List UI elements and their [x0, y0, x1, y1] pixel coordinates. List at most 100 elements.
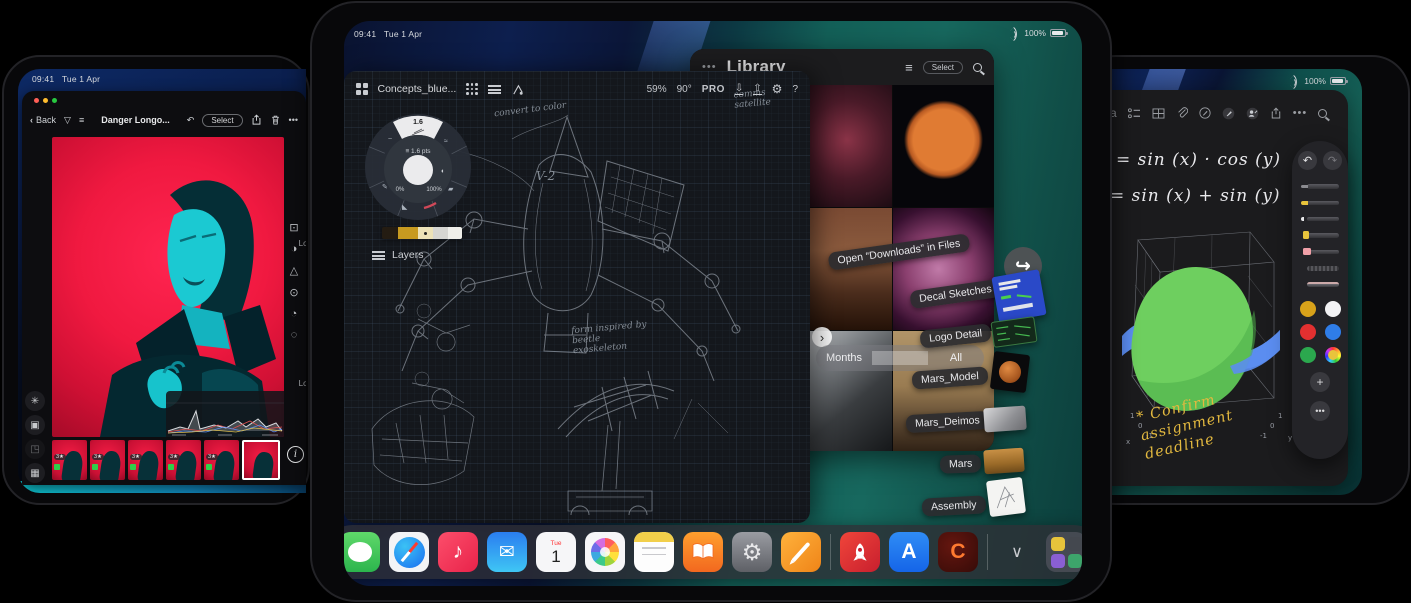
highlighter-tool[interactable]	[1301, 230, 1339, 240]
batch-edit-button[interactable]: ◳	[25, 439, 45, 459]
more-icon[interactable]: •••	[1293, 107, 1308, 119]
messages-app-icon[interactable]	[344, 532, 380, 572]
filmstrip-thumbnail-selected[interactable]	[242, 440, 280, 480]
mars-landscape-thumbnail[interactable]	[983, 448, 1025, 475]
checklist-icon[interactable]	[1128, 108, 1141, 119]
eraser-tool[interactable]	[1301, 247, 1339, 257]
swatch-cream[interactable]	[418, 227, 433, 239]
search-icon[interactable]	[1318, 109, 1327, 118]
logo-sticker-thumbnail[interactable]	[990, 316, 1037, 348]
app-store-icon[interactable]: A	[889, 532, 929, 572]
more-icon[interactable]: •••	[289, 115, 298, 125]
add-tool-button[interactable]: +	[1310, 372, 1330, 392]
settings-app-icon[interactable]: ⚙	[732, 532, 772, 572]
writing-app-icon[interactable]	[781, 532, 821, 572]
blue-swatch[interactable]	[1325, 324, 1341, 340]
share-icon[interactable]	[1270, 107, 1282, 120]
auto-enhance-button[interactable]: ✳	[25, 391, 45, 411]
layers-panel-icon[interactable]	[488, 85, 501, 94]
pro-badge[interactable]: PRO	[702, 84, 725, 95]
window-controls[interactable]	[34, 98, 57, 103]
undo-button[interactable]: ↶	[1298, 151, 1317, 170]
pen-tool-icon[interactable]	[1222, 107, 1235, 120]
drag-label-mars[interactable]: Mars	[940, 454, 982, 473]
settings-gear-icon[interactable]: ⚙	[772, 82, 783, 96]
rocket-app-icon[interactable]	[840, 532, 880, 572]
table-icon[interactable]	[1152, 108, 1165, 119]
segment-all[interactable]: All	[928, 352, 984, 364]
recent-colors-bar[interactable]	[382, 227, 462, 239]
repair-tool-icon[interactable]: ◌	[291, 329, 298, 341]
zoom-level[interactable]: 59%	[647, 84, 667, 95]
scroll-chevron-button[interactable]: ›	[812, 327, 832, 347]
precision-grid-icon[interactable]	[466, 83, 478, 95]
layers-button[interactable]: Layers	[372, 249, 424, 261]
view-options-icon[interactable]: ≡	[905, 60, 913, 75]
rotation-angle[interactable]: 90°	[677, 84, 692, 95]
attachment-icon[interactable]	[1176, 107, 1188, 119]
app-library-icon[interactable]	[1046, 532, 1082, 572]
calendar-app-icon[interactable]: Tue 1	[536, 532, 576, 572]
filmstrip-thumbnail[interactable]: 3★	[52, 440, 87, 480]
minimize-window-dot[interactable]	[43, 98, 48, 103]
collaborate-icon[interactable]	[1246, 107, 1259, 120]
filmstrip-thumbnail[interactable]: 3★	[204, 440, 239, 480]
gold-swatch[interactable]	[1300, 301, 1316, 317]
library-select-button[interactable]: Select	[923, 61, 963, 74]
monoline-pen-tool[interactable]	[1301, 214, 1339, 224]
crop-tool-icon[interactable]: ⊡	[289, 221, 298, 234]
palette-more-button[interactable]: •••	[1310, 401, 1330, 421]
photo-cell-pink-nebula[interactable]	[893, 208, 994, 330]
filmstrip-thumbnail[interactable]: 3★	[128, 440, 163, 480]
notes-app-icon[interactable]	[634, 532, 674, 572]
help-button[interactable]: ?	[792, 84, 798, 95]
swatch-dark[interactable]	[382, 227, 398, 239]
lasso-tool[interactable]	[1301, 263, 1339, 273]
pen-tool[interactable]	[1301, 181, 1339, 191]
export-preset-button[interactable]: ▣	[25, 415, 45, 435]
swatch-gray[interactable]	[433, 227, 448, 239]
share-icon[interactable]	[251, 114, 262, 126]
color-app-icon[interactable]: C	[938, 532, 978, 572]
drag-label-assembly[interactable]: Assembly	[922, 495, 986, 516]
decal-sticker-thumbnail[interactable]	[991, 269, 1046, 323]
close-window-dot[interactable]	[34, 98, 39, 103]
brush-wheel[interactable]: 1.6 ~≈✎▰◣➤ ≡ 1.6 pts 0% 100% ◐	[362, 111, 474, 223]
select-button[interactable]: Select	[202, 114, 242, 127]
assembly-sketch-thumbnail[interactable]	[986, 477, 1026, 517]
music-app-icon[interactable]: ♪	[438, 532, 478, 572]
sort-icon[interactable]: ≡	[79, 115, 84, 125]
books-app-icon[interactable]	[683, 532, 723, 572]
color-tool-icon[interactable]: ◑	[291, 243, 298, 255]
photo-cell-mars-planet[interactable]	[893, 85, 994, 207]
swatch-gold[interactable]	[398, 227, 418, 239]
dock-chevron-button[interactable]: ∨	[997, 532, 1037, 572]
markup-crayon-icon[interactable]	[1199, 107, 1211, 119]
green-swatch[interactable]	[1300, 347, 1316, 363]
segment-months[interactable]: Months	[816, 352, 872, 364]
library-zoom-segment[interactable]: Months All	[816, 345, 984, 371]
filter-icon[interactable]: ▽	[64, 115, 71, 126]
back-button[interactable]: ‹ Back	[30, 115, 56, 125]
white-balance-tool-icon[interactable]: ⊙	[289, 286, 298, 299]
photos-app-icon[interactable]	[585, 532, 625, 572]
ruler-tool[interactable]	[1301, 279, 1339, 289]
undo-icon[interactable]: ↶	[187, 115, 195, 126]
white-swatch[interactable]	[1325, 301, 1341, 317]
mars-deimos-thumbnail[interactable]	[983, 406, 1027, 433]
red-swatch[interactable]	[1300, 324, 1316, 340]
info-button[interactable]: i	[287, 446, 304, 463]
concepts-document-title[interactable]: Concepts_blue...	[378, 83, 457, 95]
filmstrip-toggle-button[interactable]: ▦	[25, 463, 45, 483]
marker-tool[interactable]	[1301, 198, 1339, 208]
export-icon[interactable]: ⇧	[753, 84, 761, 95]
mail-app-icon[interactable]: ✉	[487, 532, 527, 572]
library-search-icon[interactable]	[973, 63, 982, 72]
color-picker-swatch[interactable]	[1325, 347, 1341, 363]
trash-icon[interactable]	[270, 114, 281, 126]
filmstrip-thumbnail[interactable]: 3★	[166, 440, 201, 480]
swatch-white[interactable]	[448, 227, 462, 239]
filters-tool-icon[interactable]: ◔	[291, 308, 298, 320]
selection-pen-icon[interactable]	[511, 83, 524, 96]
import-icon[interactable]: ⇩	[735, 84, 743, 95]
